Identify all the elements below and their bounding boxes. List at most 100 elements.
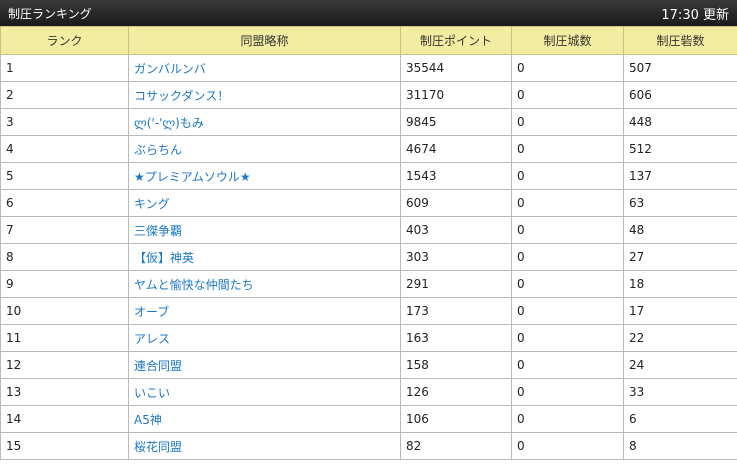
points: 173 bbox=[406, 304, 429, 318]
castles-cell: 0 bbox=[511, 270, 624, 298]
forts: 8 bbox=[629, 439, 637, 453]
points-cell: 106 bbox=[400, 405, 512, 433]
alliance-link[interactable]: 【仮】神英 bbox=[134, 251, 194, 265]
forts-cell: 6 bbox=[623, 405, 737, 433]
points-cell: 4674 bbox=[400, 135, 512, 163]
rank-cell: 9 bbox=[0, 270, 129, 298]
rank-cell: 2 bbox=[0, 81, 129, 109]
alliance-link-cell: 連合同盟 bbox=[128, 351, 401, 379]
rank: 5 bbox=[6, 169, 14, 183]
rank: 6 bbox=[6, 196, 14, 210]
rank: 2 bbox=[6, 88, 14, 102]
table-row: 11 アレス 163 0 22 bbox=[0, 324, 737, 352]
forts: 18 bbox=[629, 277, 645, 291]
alliance-link-cell: 桜花同盟 bbox=[128, 432, 401, 460]
forts-cell: 33 bbox=[623, 378, 737, 406]
castles: 0 bbox=[517, 142, 525, 156]
panel-title: 制圧ランキング bbox=[8, 6, 92, 21]
table-header-row: ランク 同盟略称 制圧ポイント 制圧城数 制圧砦数 bbox=[0, 26, 737, 55]
alliance-link[interactable]: A5神 bbox=[134, 413, 162, 427]
alliance-link[interactable]: オーブ bbox=[134, 305, 169, 319]
rank-cell: 1 bbox=[0, 54, 129, 82]
castles-cell: 0 bbox=[511, 189, 624, 217]
points-cell: 609 bbox=[400, 189, 512, 217]
alliance-link[interactable]: アレス bbox=[134, 332, 170, 346]
rank: 1 bbox=[6, 61, 14, 75]
table-row: 10 オーブ 173 0 17 bbox=[0, 297, 737, 325]
rank: 15 bbox=[6, 439, 22, 453]
points: 126 bbox=[406, 385, 429, 399]
forts: 24 bbox=[629, 358, 645, 372]
alliance-link-cell: A5神 bbox=[128, 405, 401, 433]
points-cell: 158 bbox=[400, 351, 512, 379]
table-row: 3 ლ('-'ლ)もみ 9845 0 448 bbox=[0, 108, 737, 136]
rank-cell: 3 bbox=[0, 108, 129, 136]
alliance-link-cell: いこい bbox=[128, 378, 401, 406]
update-time: 17:30 更新 bbox=[661, 7, 729, 23]
forts-cell: 137 bbox=[623, 162, 737, 190]
alliance-link[interactable]: いこい bbox=[134, 386, 170, 400]
alliance-link[interactable]: ぶらちん bbox=[134, 143, 182, 157]
rank-cell: 12 bbox=[0, 351, 129, 379]
ranking-table: ランク 同盟略称 制圧ポイント 制圧城数 制圧砦数 1 ガンバルンバ 35544 0 5… bbox=[0, 26, 737, 460]
table-row: 15 桜花同盟 82 0 8 bbox=[0, 432, 737, 460]
table-row: 9 ヤムと愉快な仲間たち 291 0 18 bbox=[0, 270, 737, 298]
forts: 6 bbox=[629, 412, 637, 426]
points-cell: 82 bbox=[400, 432, 512, 460]
alliance-link-cell: コサックダンス！ bbox=[128, 81, 401, 109]
points: 106 bbox=[406, 412, 429, 426]
rank-cell: 10 bbox=[0, 297, 129, 325]
castles-cell: 0 bbox=[511, 243, 624, 271]
rank-cell: 4 bbox=[0, 135, 129, 163]
alliance-link-cell: キング bbox=[128, 189, 401, 217]
castles-cell: 0 bbox=[511, 432, 624, 460]
alliance-link[interactable]: ガンバルンバ bbox=[134, 62, 206, 76]
rank-cell: 15 bbox=[0, 432, 129, 460]
points-cell: 31170 bbox=[400, 81, 512, 109]
points-cell: 126 bbox=[400, 378, 512, 406]
alliance-link-cell: ლ('-'ლ)もみ bbox=[128, 108, 401, 136]
alliance-link[interactable]: キング bbox=[134, 197, 170, 211]
alliance-link-cell: オーブ bbox=[128, 297, 401, 325]
forts: 448 bbox=[629, 115, 652, 129]
alliance-link[interactable]: ヤムと愉快な仲間たち bbox=[134, 278, 254, 292]
rank-cell: 6 bbox=[0, 189, 129, 217]
castles: 0 bbox=[517, 385, 525, 399]
rank: 9 bbox=[6, 277, 14, 291]
forts: 27 bbox=[629, 250, 645, 264]
alliance-link[interactable]: コサックダンス！ bbox=[134, 89, 229, 103]
castles-cell: 0 bbox=[511, 297, 624, 325]
table-row: 4 ぶらちん 4674 0 512 bbox=[0, 135, 737, 163]
column-header-forts: 制圧砦数 bbox=[623, 26, 737, 55]
forts-cell: 24 bbox=[623, 351, 737, 379]
rank-cell: 11 bbox=[0, 324, 129, 352]
alliance-link[interactable]: 三傑争覇 bbox=[134, 224, 182, 238]
rank: 10 bbox=[6, 304, 22, 318]
table-row: 12 連合同盟 158 0 24 bbox=[0, 351, 737, 379]
castles-cell: 0 bbox=[511, 324, 624, 352]
rank: 8 bbox=[6, 250, 14, 264]
castles: 0 bbox=[517, 358, 525, 372]
castles: 0 bbox=[517, 223, 525, 237]
rank-cell: 14 bbox=[0, 405, 129, 433]
alliance-link[interactable]: ★プレミアムソウル★ bbox=[134, 170, 251, 184]
alliance-link[interactable]: 連合同盟 bbox=[134, 359, 182, 373]
points-cell: 173 bbox=[400, 297, 512, 325]
column-header-rank: ランク bbox=[0, 26, 129, 55]
rank-cell: 8 bbox=[0, 243, 129, 271]
table-row: 7 三傑争覇 403 0 48 bbox=[0, 216, 737, 244]
alliance-link[interactable]: 桜花同盟 bbox=[134, 440, 182, 454]
castles-cell: 0 bbox=[511, 108, 624, 136]
points: 158 bbox=[406, 358, 429, 372]
alliance-link[interactable]: ლ('-'ლ)もみ bbox=[134, 116, 204, 130]
castles-cell: 0 bbox=[511, 54, 624, 82]
column-header-alliance: 同盟略称 bbox=[128, 26, 401, 55]
rank: 13 bbox=[6, 385, 22, 399]
forts-cell: 17 bbox=[623, 297, 737, 325]
castles: 0 bbox=[517, 331, 525, 345]
rank: 3 bbox=[6, 115, 14, 129]
rank-cell: 5 bbox=[0, 162, 129, 190]
alliance-link-cell: ガンバルンバ bbox=[128, 54, 401, 82]
column-header-points: 制圧ポイント bbox=[400, 26, 512, 55]
castles-cell: 0 bbox=[511, 216, 624, 244]
